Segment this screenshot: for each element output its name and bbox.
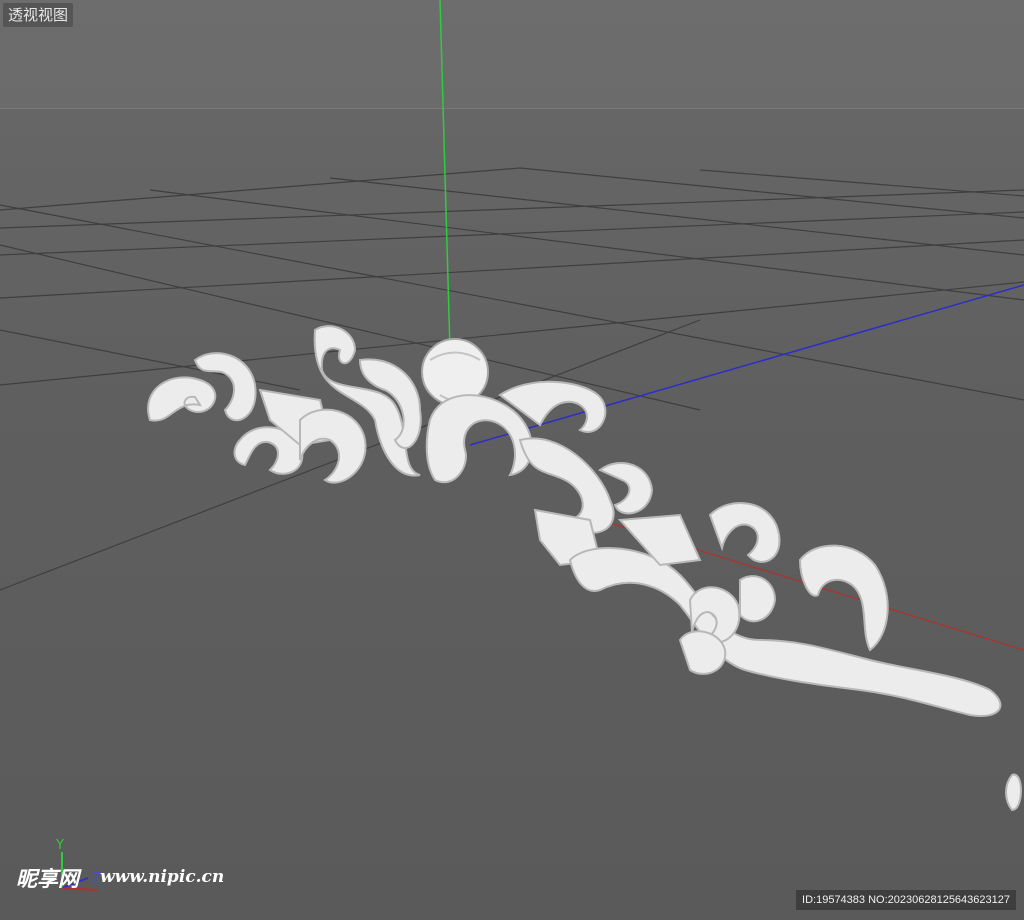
viewport-label[interactable]: 透视视图 <box>3 3 74 27</box>
y-axis-line <box>439 0 451 351</box>
scene-canvas[interactable] <box>0 0 1024 920</box>
ground-grid <box>0 167 1024 591</box>
carved-ornament-model[interactable] <box>147 325 1022 812</box>
watermark-brand: 昵享网 <box>16 866 79 891</box>
z-axis-line <box>469 284 1024 446</box>
watermark-url: www.nipic.cn <box>100 867 225 887</box>
perspective-viewport[interactable]: 透视视图 Y Z 昵享网 www.nipic.cn ID:19574383 NO… <box>0 0 1024 920</box>
image-id-strip: ID:19574383 NO:20230628125643623127 <box>796 890 1016 910</box>
gizmo-y-label: Y <box>55 838 64 853</box>
watermark: 昵享网 www.nipic.cn <box>0 860 260 920</box>
